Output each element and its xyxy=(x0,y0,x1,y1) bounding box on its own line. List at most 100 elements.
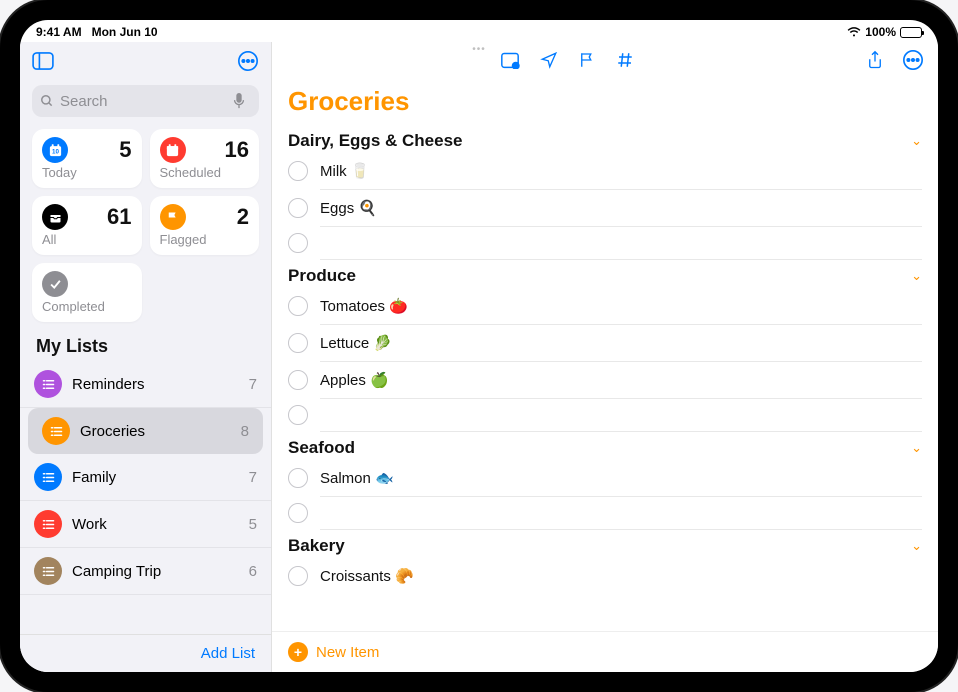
list-bullet-icon xyxy=(34,510,62,538)
reminder-item[interactable] xyxy=(288,227,922,259)
wifi-icon xyxy=(847,27,861,38)
list-bullet-icon xyxy=(42,417,70,445)
svg-text:10: 10 xyxy=(52,148,59,155)
mic-icon[interactable] xyxy=(233,93,245,109)
inbox-icon xyxy=(42,204,68,230)
card-today-count: 5 xyxy=(119,137,131,163)
section-title: Seafood xyxy=(288,438,355,458)
list-count: 7 xyxy=(249,376,257,393)
search-placeholder: Search xyxy=(60,93,108,110)
my-lists-heading: My Lists xyxy=(20,322,271,361)
reminder-item[interactable]: Apples 🍏 xyxy=(288,362,922,398)
reminder-item[interactable]: Salmon 🐟 xyxy=(288,460,922,496)
flag-toolbar-icon[interactable] xyxy=(578,51,596,74)
reminder-text[interactable]: Apples 🍏 xyxy=(320,368,389,392)
section-header[interactable]: Produce ⌄ xyxy=(288,260,922,288)
new-item-button[interactable]: + New Item xyxy=(272,631,938,672)
add-list-button[interactable]: Add List xyxy=(20,634,271,672)
status-bar: 9:41 AM Mon Jun 10 100% xyxy=(20,20,938,42)
list-title: Groceries xyxy=(272,82,938,125)
search-input[interactable]: Search xyxy=(32,85,259,117)
reminder-text[interactable]: Lettuce 🥬 xyxy=(320,331,392,355)
list-count: 6 xyxy=(249,563,257,580)
card-completed[interactable]: Completed xyxy=(32,263,142,322)
svg-text:+: + xyxy=(514,63,518,69)
complete-circle[interactable] xyxy=(288,161,308,181)
lists-container: Reminders 7 Groceries 8 Family 7 Work5Camping … xyxy=(20,361,271,634)
card-all-label: All xyxy=(42,232,132,247)
section-title: Produce xyxy=(288,266,356,286)
reminder-item[interactable] xyxy=(288,399,922,431)
complete-circle[interactable] xyxy=(288,468,308,488)
reminder-item[interactable] xyxy=(288,497,922,529)
sidebar-list-item[interactable]: Work5 xyxy=(20,501,271,548)
checkmark-icon xyxy=(42,271,68,297)
complete-circle[interactable] xyxy=(288,503,308,523)
chevron-down-icon[interactable]: ⌄ xyxy=(911,133,922,149)
reminder-item[interactable]: Eggs 🍳 xyxy=(288,190,922,226)
sidebar-list-item[interactable]: Camping Trip6 xyxy=(20,548,271,595)
status-right: 100% xyxy=(847,25,922,39)
location-icon[interactable] xyxy=(540,51,558,74)
list-name: Reminders xyxy=(72,376,145,393)
card-today-label: Today xyxy=(42,165,132,180)
main-panel: + xyxy=(272,42,938,672)
hashtag-icon[interactable] xyxy=(616,51,634,74)
reminder-text[interactable] xyxy=(320,405,922,425)
list-bullet-icon xyxy=(34,370,62,398)
reminder-item[interactable]: Lettuce 🥬 xyxy=(288,325,922,361)
list-count: 7 xyxy=(249,469,257,486)
section-title: Bakery xyxy=(288,536,345,556)
sections-container: Dairy, Eggs & Cheese⌄ Milk 🥛 Eggs 🍳 Produce… xyxy=(272,125,938,631)
reminder-item[interactable]: Tomatoes 🍅 xyxy=(288,288,922,324)
sidebar-toggle-icon[interactable] xyxy=(32,52,54,75)
status-left: 9:41 AM Mon Jun 10 xyxy=(36,25,158,39)
section-header[interactable]: Bakery ⌄ xyxy=(288,530,922,558)
complete-circle[interactable] xyxy=(288,296,308,316)
multitask-grabber-icon[interactable]: ••• xyxy=(472,44,486,55)
complete-circle[interactable] xyxy=(288,566,308,586)
more-main-icon[interactable] xyxy=(902,49,924,76)
reminder-text[interactable] xyxy=(320,233,922,253)
complete-circle[interactable] xyxy=(288,198,308,218)
card-today[interactable]: 10 5 Today xyxy=(32,129,142,188)
complete-circle[interactable] xyxy=(288,233,308,253)
section-header[interactable]: Seafood ⌄ xyxy=(288,432,922,460)
reminder-item[interactable]: Croissants 🥐 xyxy=(288,558,922,594)
card-flagged[interactable]: 2 Flagged xyxy=(150,196,260,255)
card-flagged-label: Flagged xyxy=(160,232,250,247)
list-bullet-icon xyxy=(34,557,62,585)
section-header[interactable]: Dairy, Eggs & Cheese⌄ xyxy=(288,125,922,153)
new-reminder-toolbar-icon[interactable]: + xyxy=(500,51,520,74)
calendar-today-icon: 10 xyxy=(42,137,68,163)
share-icon[interactable] xyxy=(866,50,884,75)
card-all[interactable]: 61 All xyxy=(32,196,142,255)
more-icon[interactable] xyxy=(237,50,259,77)
list-name: Family xyxy=(72,469,116,486)
reminder-text[interactable]: Croissants 🥐 xyxy=(320,564,414,588)
status-date: Mon Jun 10 xyxy=(92,25,158,39)
card-scheduled-count: 16 xyxy=(225,137,249,163)
reminder-text[interactable]: Eggs 🍳 xyxy=(320,196,377,220)
reminder-text[interactable]: Milk 🥛 xyxy=(320,159,370,183)
reminder-text[interactable]: Tomatoes 🍅 xyxy=(320,294,408,318)
list-name: Groceries xyxy=(80,423,145,440)
sidebar-list-item[interactable]: Groceries 8 xyxy=(28,408,263,454)
sidebar-list-item[interactable]: Reminders 7 xyxy=(20,361,271,408)
list-count: 8 xyxy=(241,423,249,440)
main-toolbar: + xyxy=(272,42,938,82)
chevron-down-icon[interactable]: ⌄ xyxy=(911,268,922,284)
plus-circle-icon: + xyxy=(288,642,308,662)
reminder-item[interactable]: Milk 🥛 xyxy=(288,153,922,189)
add-list-label: Add List xyxy=(201,645,255,662)
chevron-down-icon[interactable]: ⌄ xyxy=(911,538,922,554)
complete-circle[interactable] xyxy=(288,405,308,425)
reminder-text[interactable]: Salmon 🐟 xyxy=(320,466,394,490)
calendar-icon xyxy=(160,137,186,163)
card-scheduled[interactable]: 16 Scheduled xyxy=(150,129,260,188)
complete-circle[interactable] xyxy=(288,333,308,353)
reminder-text[interactable] xyxy=(320,503,922,523)
sidebar-list-item[interactable]: Family 7 xyxy=(20,454,271,501)
complete-circle[interactable] xyxy=(288,370,308,390)
chevron-down-icon[interactable]: ⌄ xyxy=(911,440,922,456)
